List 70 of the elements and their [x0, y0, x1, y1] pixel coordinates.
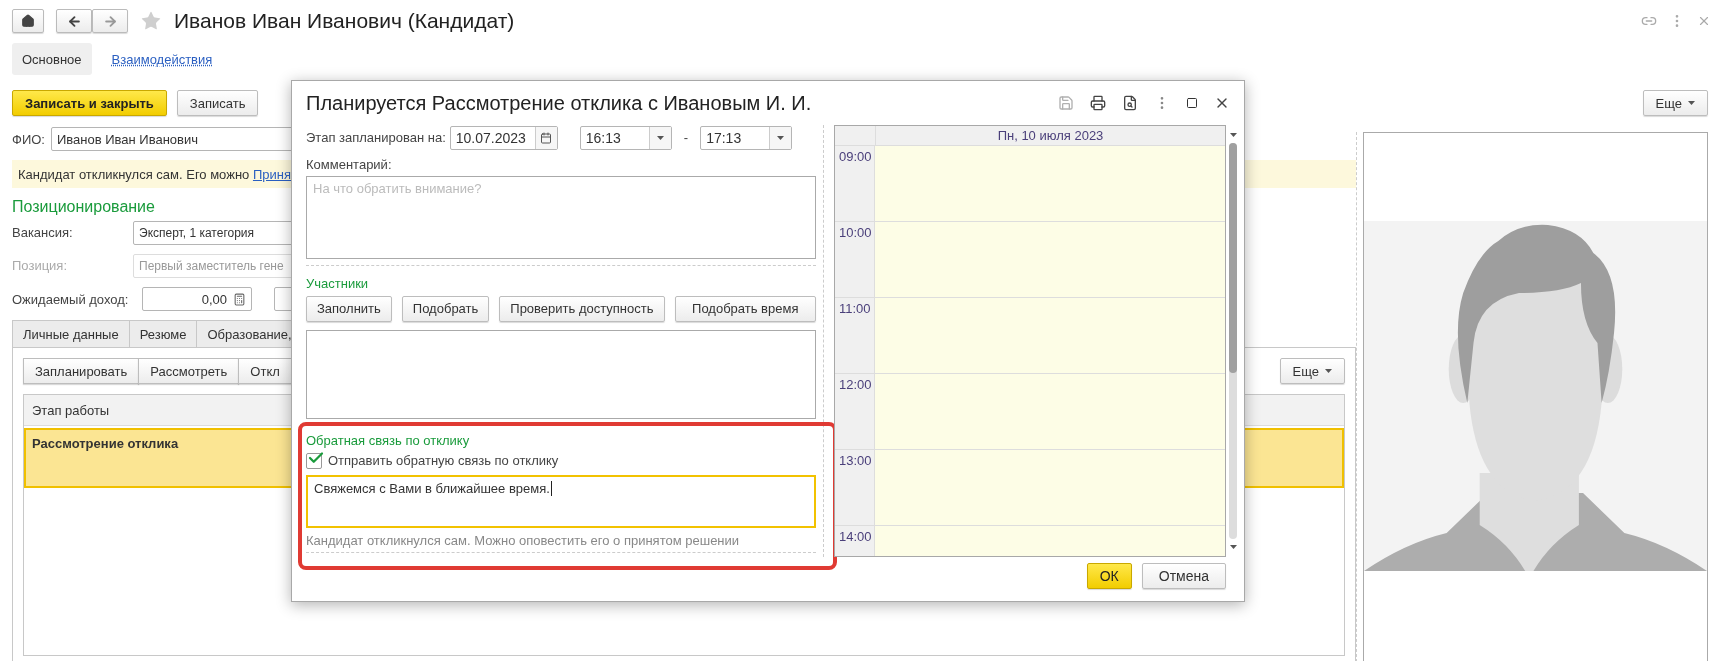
toolbar-button[interactable]: Записать и закрыть [12, 90, 167, 116]
arrow-right-icon [102, 13, 118, 29]
calendar-day-header: Пн, 10 июля 2023 [996, 127, 1105, 145]
preview-icon[interactable] [1122, 95, 1138, 111]
field-label: Этап запланирован на: [306, 130, 446, 146]
hint-text: Кандидат откликнулся сам. Можно оповестить его о принятом решении [306, 533, 741, 548]
dropdown-button[interactable] [648, 126, 671, 149]
message-field[interactable]: Свяжемся с Вами в ближайшее время. [306, 474, 816, 528]
hour-label: 14:00 [839, 529, 872, 544]
caret-icon [656, 135, 664, 140]
dropdown-button[interactable] [769, 126, 792, 149]
hour-label: 09:00 [839, 149, 872, 164]
printer-icon[interactable] [1090, 95, 1106, 111]
section-tab[interactable]: Резюме [128, 320, 198, 347]
section-heading: Позиционирование [12, 198, 156, 216]
time-field[interactable]: 17:13 [700, 125, 793, 150]
caret-icon [777, 135, 785, 140]
time-field[interactable]: 16:13 [579, 125, 672, 150]
section-heading: Обратная связь по отклику [306, 432, 471, 448]
stage-button[interactable]: Откл [238, 358, 292, 384]
date-field[interactable]: 10.07.2023 [449, 125, 558, 150]
notice-text: Кандидат откликнулся сам. Его можно [18, 166, 251, 182]
nav-tab[interactable]: Взаимодействия [101, 43, 223, 75]
more-button[interactable]: Еще [1279, 358, 1345, 384]
stage-button[interactable]: Рассмотреть [138, 358, 240, 384]
participants-button[interactable]: Проверить доступность [499, 295, 665, 322]
hour-label: 11:00 [839, 301, 871, 316]
hour-label: 10:00 [839, 225, 872, 240]
field-label: Вакансия: [12, 225, 74, 240]
participants-button[interactable]: Заполнить [306, 295, 392, 322]
section-tab[interactable]: Личные данные [12, 320, 130, 347]
star-icon[interactable] [140, 10, 162, 32]
more-button[interactable]: Еще [1642, 90, 1708, 116]
text-cursor [550, 480, 552, 496]
number-field[interactable]: 0,00 [142, 287, 252, 311]
checkbox-label[interactable]: Отправить обратную связь по отклику [328, 453, 559, 469]
stage-button[interactable]: Запланировать [23, 358, 140, 384]
message-text: Свяжемся с Вами в ближайшее время. [314, 480, 550, 496]
caret-icon [1325, 369, 1332, 373]
dialog-button[interactable]: Отмена [1141, 563, 1226, 589]
participants-button[interactable]: Подобрать время [674, 295, 816, 322]
calendar-button[interactable] [534, 126, 557, 149]
scroll-up-icon [1229, 133, 1237, 137]
field-label: Комментарий: [306, 156, 393, 172]
maximize-icon[interactable] [1186, 97, 1198, 109]
table-cell-text: Рассмотрение отклика [31, 435, 180, 453]
section-heading: Участники [306, 275, 370, 291]
calendar-icon [540, 131, 553, 144]
field-label: Ожидаемый доход: [12, 291, 130, 307]
dialog-button[interactable]: ОК [1086, 563, 1132, 589]
checkbox[interactable] [306, 452, 322, 469]
toolbar-button[interactable]: Записать [176, 90, 259, 116]
participants-button[interactable]: Подобрать [401, 295, 490, 322]
scroll-down-icon [1229, 545, 1237, 549]
range-separator: - [683, 130, 689, 146]
dialog-title: Планируется Рассмотрение отклика с Ивановым И. И. [306, 91, 813, 115]
save-icon[interactable] [1058, 95, 1074, 111]
home-button[interactable] [12, 9, 44, 33]
field-label: Позиция: [12, 258, 68, 273]
field-label: ФИО: [12, 131, 45, 147]
window-title: Иванов Иван Иванович (Кандидат) [174, 9, 515, 33]
notice-link[interactable]: Приня [252, 166, 291, 182]
participants-list[interactable] [306, 329, 816, 419]
hour-label: 12:00 [839, 377, 872, 392]
home-icon [21, 14, 35, 28]
nav-tab[interactable]: Основное [12, 43, 92, 75]
calculator-icon[interactable] [233, 292, 246, 306]
back-button[interactable] [56, 9, 92, 33]
caret-icon [1688, 101, 1695, 105]
hour-label: 13:00 [839, 453, 872, 468]
